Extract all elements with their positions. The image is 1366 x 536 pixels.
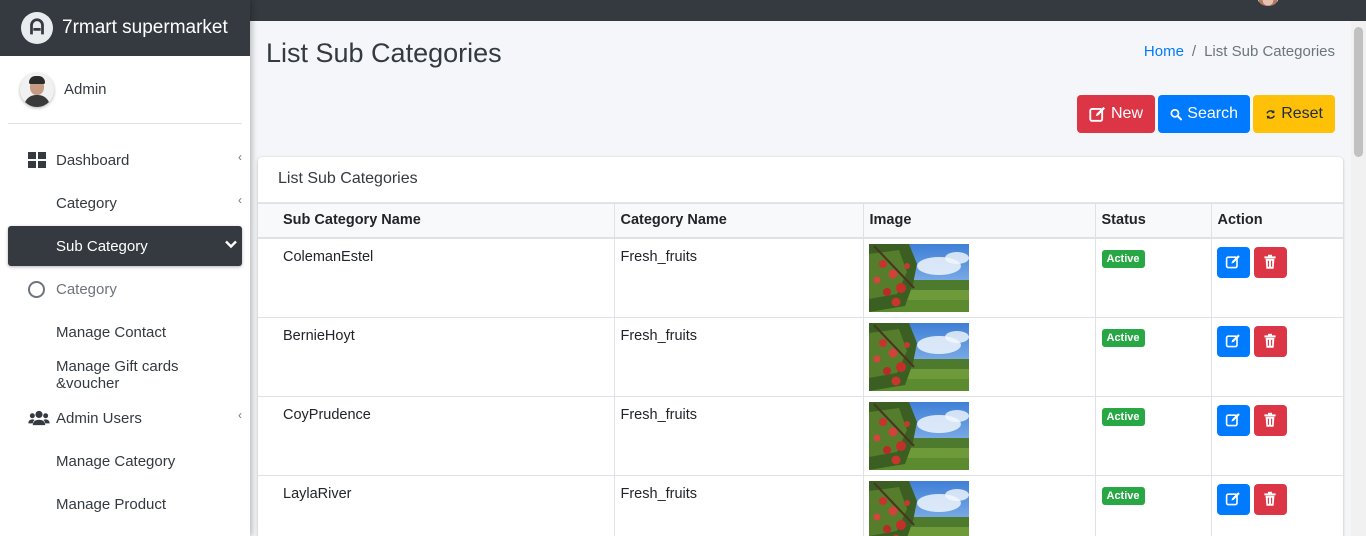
- delete-button[interactable]: [1253, 483, 1287, 515]
- user-name[interactable]: Admin: [64, 81, 107, 98]
- delete-button[interactable]: [1253, 246, 1287, 278]
- category-name-cell: Fresh_fruits: [613, 474, 864, 536]
- reset-button-label: Reset: [1281, 105, 1323, 122]
- chevron-left-icon: ‹: [238, 193, 242, 207]
- user-panel[interactable]: Admin: [8, 56, 242, 124]
- sub-category-name-cell: ColemanEstel: [258, 237, 615, 318]
- delete-button[interactable]: [1253, 404, 1287, 436]
- brand-logo-icon: [21, 12, 53, 44]
- card-title: List Sub Categories: [258, 157, 1343, 203]
- sub-category-name-cell: BernieHoyt: [258, 316, 615, 397]
- table-header-row: Sub Category Name Category Name Image St…: [258, 203, 1343, 239]
- fruit-tree-image: [869, 323, 969, 391]
- breadcrumb-home-link[interactable]: Home: [1144, 43, 1184, 60]
- status-badge: Active: [1101, 328, 1145, 347]
- trash-icon: [1264, 412, 1276, 427]
- sidebar-item-manage-contact[interactable]: Manage Contact: [8, 312, 242, 352]
- search-icon: [1170, 108, 1183, 120]
- sidebar-item-label: Dashboard: [56, 151, 130, 169]
- sidebar-item-manage-category[interactable]: Manage Category: [8, 441, 242, 481]
- table-row: ColemanEstel Fresh_fruits Active: [258, 237, 1343, 318]
- edit-icon: [1225, 492, 1240, 506]
- refresh-icon: [1266, 109, 1275, 119]
- sub-categories-table: Sub Category Name Category Name Image St…: [258, 203, 1343, 536]
- users-icon: [28, 410, 50, 428]
- page-scrollbar[interactable]: [1351, 21, 1366, 536]
- edit-icon: [1225, 255, 1240, 269]
- sidebar-item-label: Manage Gift cards &voucher: [56, 358, 179, 392]
- brand-name: 7rmart supermarket: [62, 17, 228, 38]
- search-button[interactable]: Search: [1158, 95, 1250, 133]
- top-navbar: [250, 0, 1366, 21]
- chevron-left-icon: ‹: [238, 150, 242, 164]
- fruit-tree-image: [869, 244, 969, 312]
- table-row: BernieHoyt Fresh_fruits Active: [258, 316, 1343, 397]
- sidebar-item-manage-gift-cards[interactable]: Manage Gift cards &voucher: [8, 355, 242, 395]
- breadcrumb: Home / List Sub Categories: [1144, 43, 1335, 60]
- sidebar-item-admin-users[interactable]: Admin Users ‹: [8, 398, 242, 438]
- edit-icon: [1225, 413, 1240, 427]
- table-row: LaylaRiver Fresh_fruits Active: [258, 474, 1343, 536]
- sidebar-item-label: Sub Category: [56, 237, 148, 255]
- sidebar-item-label: Category: [56, 194, 117, 212]
- breadcrumb-separator: /: [1191, 43, 1197, 60]
- category-name-cell: Fresh_fruits: [613, 395, 864, 476]
- new-button-label: New: [1110, 105, 1143, 122]
- trash-icon: [1264, 491, 1276, 506]
- search-button-label: Search: [1187, 105, 1238, 122]
- dashboard-icon: [28, 152, 46, 170]
- page-title: List Sub Categories: [266, 38, 502, 68]
- sidebar-item-manage-product[interactable]: Manage Product: [8, 484, 242, 524]
- sub-categories-card: List Sub Categories Sub Category Name Ca…: [258, 157, 1343, 536]
- avatar: [20, 72, 54, 107]
- trash-icon: [1264, 333, 1276, 348]
- sub-category-name-cell: CoyPrudence: [258, 395, 615, 476]
- sidebar-item-sub-category[interactable]: Sub Category: [8, 226, 242, 266]
- chevron-down-icon: [224, 237, 238, 254]
- sidebar-item-label: Category: [56, 280, 117, 298]
- sidebar-nav: Dashboard ‹ Category ‹ Sub Category Cate…: [0, 140, 250, 524]
- edit-button[interactable]: [1216, 246, 1250, 278]
- status-badge: Active: [1101, 407, 1145, 426]
- sidebar: 7rmart supermarket Admin Dashboard ‹ Cat…: [0, 0, 250, 536]
- sidebar-subitem-category[interactable]: Category: [8, 269, 242, 309]
- edit-icon: [1089, 106, 1106, 122]
- status-badge: Active: [1101, 249, 1145, 268]
- fruit-tree-image: [869, 402, 969, 470]
- user-avatar-mini[interactable]: [1258, 0, 1278, 6]
- category-name-cell: Fresh_fruits: [613, 237, 864, 318]
- fruit-tree-image: [869, 481, 969, 536]
- toolbar: New Search Reset: [1077, 95, 1335, 133]
- scrollbar-thumb[interactable]: [1354, 27, 1363, 157]
- category-name-cell: Fresh_fruits: [613, 316, 864, 397]
- delete-button[interactable]: [1253, 325, 1287, 357]
- brand-link[interactable]: 7rmart supermarket: [0, 0, 250, 56]
- column-header-sub-category-name[interactable]: Sub Category Name: [258, 203, 615, 239]
- reset-button[interactable]: Reset: [1253, 95, 1335, 133]
- sidebar-item-label: Manage Contact: [56, 323, 167, 341]
- sidebar-item-label: Manage Category: [56, 452, 176, 470]
- status-badge: Active: [1101, 486, 1145, 505]
- edit-icon: [1225, 334, 1240, 348]
- sub-category-name-cell: LaylaRiver: [258, 474, 615, 536]
- chevron-left-icon: ‹: [238, 408, 242, 422]
- edit-button[interactable]: [1216, 325, 1250, 357]
- column-header-action: Action: [1210, 203, 1343, 239]
- column-header-image[interactable]: Image: [862, 203, 1096, 239]
- column-header-category-name[interactable]: Category Name: [613, 203, 864, 239]
- sidebar-item-label: Admin Users: [56, 409, 142, 427]
- breadcrumb-current: List Sub Categories: [1204, 43, 1335, 60]
- table-row: CoyPrudence Fresh_fruits Active: [258, 395, 1343, 476]
- sidebar-item-category[interactable]: Category ‹: [8, 183, 242, 223]
- edit-button[interactable]: [1216, 483, 1250, 515]
- circle-icon: [28, 281, 45, 298]
- edit-button[interactable]: [1216, 404, 1250, 436]
- new-button[interactable]: New: [1077, 95, 1155, 133]
- trash-icon: [1264, 254, 1276, 269]
- column-header-status[interactable]: Status: [1094, 203, 1212, 239]
- sidebar-item-dashboard[interactable]: Dashboard ‹: [8, 140, 242, 180]
- sidebar-item-label: Manage Product: [56, 495, 167, 513]
